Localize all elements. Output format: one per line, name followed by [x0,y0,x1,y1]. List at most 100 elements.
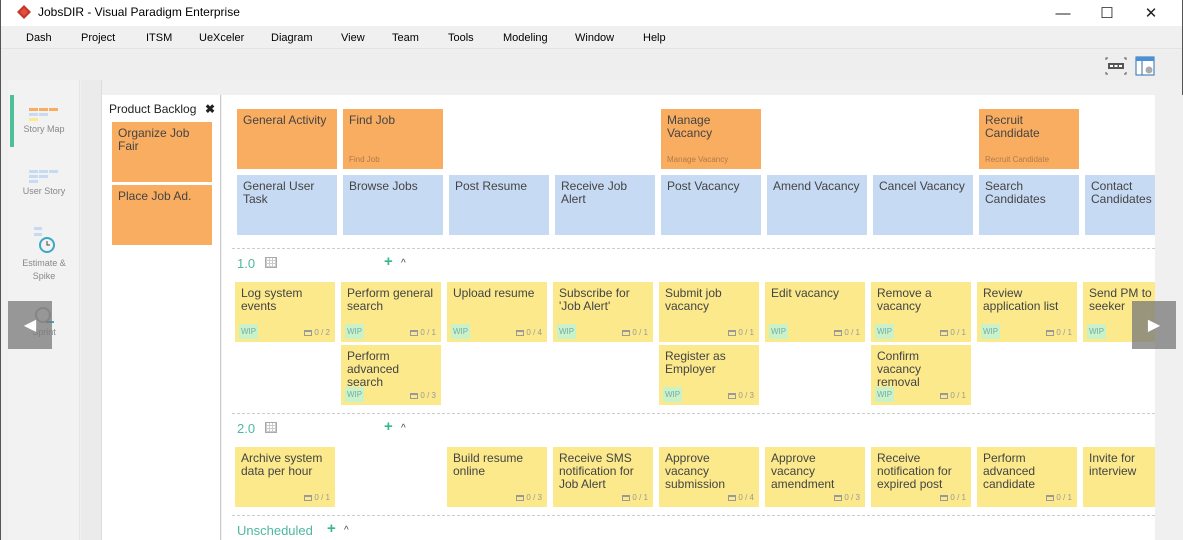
close-backlog-icon[interactable]: ✖ [205,102,215,116]
card-title: Find Job [349,113,396,127]
wip-badge: WIP [981,324,1001,339]
close-button[interactable]: ✕ [1128,0,1174,26]
task-count-icon [728,392,737,399]
story-card[interactable]: Upload resume WIP 0 / 4 [447,282,547,342]
product-backlog-panel: Product Backlog ✖ Organize Job Fair Plac… [102,95,221,540]
menu-project[interactable]: Project [81,32,115,44]
task-card[interactable]: General User Task [237,175,337,235]
card-title: Remove a vacancy [877,286,932,313]
task-count: 0 / 1 [728,326,754,339]
story-card[interactable]: Receive SMS notification for Job Alert 0 … [553,447,653,507]
task-count-value: 0 / 1 [844,328,860,337]
story-card[interactable]: Approve vacancy amendment 0 / 3 [765,447,865,507]
story-card[interactable]: Subscribe for 'Job Alert' WIP 0 / 1 [553,282,653,342]
nav-estimate-spike[interactable]: Estimate & Spike [8,225,80,283]
menu-team[interactable]: Team [392,32,419,44]
task-card[interactable]: Amend Vacancy [767,175,867,235]
menu-diagram[interactable]: Diagram [271,32,313,44]
maximize-button[interactable]: ☐ [1084,0,1130,26]
task-card[interactable]: Post Resume [449,175,549,235]
activity-card[interactable]: Recruit Candidate Recruit Candidate [979,109,1079,169]
nav-story-map[interactable]: Story Map [8,108,80,134]
backlog-item[interactable]: Place Job Ad. [112,185,212,245]
activity-card[interactable]: Find Job Find Job [343,109,443,169]
story-card[interactable]: Approve vacancy submission 0 / 4 [659,447,759,507]
task-count: 0 / 1 [940,491,966,504]
task-count-icon [834,494,843,501]
fit-to-screen-icon[interactable] [1105,55,1127,77]
release-label[interactable]: 2.0 [237,421,255,436]
card-title: Browse Jobs [349,179,418,193]
title-bar: JobsDIR - Visual Paradigm Enterprise — ☐… [1,0,1182,26]
task-count-icon [728,329,737,336]
task-count: 0 / 3 [516,491,542,504]
task-card[interactable]: Post Vacancy [661,175,761,235]
task-count-icon [940,494,949,501]
story-card[interactable]: Perform advanced search WIP 0 / 3 [341,345,441,405]
story-card[interactable]: Build resume online 0 / 3 [447,447,547,507]
calendar-icon[interactable] [265,422,277,433]
story-card[interactable]: Register as Employer WIP 0 / 3 [659,345,759,405]
story-card[interactable]: Review application list WIP 0 / 1 [977,282,1077,342]
task-card[interactable]: Receive Job Alert [555,175,655,235]
task-count-value: 0 / 3 [738,391,754,400]
task-card[interactable]: Cancel Vacancy [873,175,973,235]
collapse-icon[interactable]: ^ [401,258,406,269]
menu-uexceler[interactable]: UeXceler [199,32,244,44]
task-count: 0 / 1 [304,491,330,504]
card-title: General Activity [243,113,327,127]
task-card[interactable]: Search Candidates [979,175,1079,235]
task-card[interactable]: Contact Candidates [1085,175,1155,235]
menu-itsm[interactable]: ITSM [146,32,172,44]
story-card[interactable]: Edit vacancy WIP 0 / 1 [765,282,865,342]
story-card[interactable]: Archive system data per hour 0 / 1 [235,447,335,507]
task-count-icon [1046,329,1055,336]
backlog-item[interactable]: Organize Job Fair [112,122,212,182]
menu-dash[interactable]: Dash [26,32,52,44]
layout-settings-icon[interactable] [1134,55,1156,77]
task-count-value: 0 / 2 [314,328,330,337]
add-story-icon[interactable]: + [384,253,393,270]
collapse-icon[interactable]: ^ [401,423,406,434]
task-count: 0 / 1 [940,326,966,339]
add-story-icon[interactable]: + [384,418,393,435]
story-card[interactable]: Perform advanced candidate 0 / 1 [977,447,1077,507]
task-count-value: 0 / 1 [314,493,330,502]
release-label[interactable]: 1.0 [237,256,255,271]
menu-tools[interactable]: Tools [448,32,474,44]
menu-window[interactable]: Window [575,32,614,44]
add-story-icon[interactable]: + [327,520,336,537]
scroll-left-button[interactable]: ◀ [8,301,52,349]
story-card[interactable]: Confirm vacancy removal WIP 0 / 1 [871,345,971,405]
task-count: 0 / 1 [1046,326,1072,339]
story-card[interactable]: Invite for interview [1083,447,1155,507]
card-title: Post Resume [455,179,528,193]
task-count-icon [940,392,949,399]
menu-help[interactable]: Help [643,32,666,44]
calendar-icon[interactable] [265,257,277,268]
task-count: 0 / 3 [728,389,754,402]
story-card[interactable]: Perform general search WIP 0 / 1 [341,282,441,342]
card-title: Cancel Vacancy [879,179,965,193]
nav-user-story[interactable]: User Story [8,170,80,196]
story-card[interactable]: Remove a vacancy WIP 0 / 1 [871,282,971,342]
card-title: Invite for interview [1089,451,1137,478]
menu-modeling[interactable]: Modeling [503,32,548,44]
collapse-icon[interactable]: ^ [344,525,349,536]
scroll-right-button[interactable]: ▶ [1132,301,1176,349]
task-count-icon [516,329,525,336]
card-title: Log system events [241,286,303,313]
activity-card[interactable]: General Activity [237,109,337,169]
activity-card[interactable]: Manage Vacancy Manage Vacancy [661,109,761,169]
task-count: 0 / 3 [410,389,436,402]
menu-view[interactable]: View [341,32,365,44]
story-card[interactable]: Log system events WIP 0 / 2 [235,282,335,342]
minimize-button[interactable]: — [1040,0,1086,26]
wip-badge: WIP [239,324,259,339]
story-card[interactable]: Receive notification for expired post 0 /… [871,447,971,507]
task-card[interactable]: Browse Jobs [343,175,443,235]
unscheduled-label[interactable]: Unscheduled [237,523,313,538]
card-title: Perform advanced candidate [983,451,1036,491]
task-count: 0 / 1 [622,491,648,504]
story-card[interactable]: Submit job vacancy 0 / 1 [659,282,759,342]
